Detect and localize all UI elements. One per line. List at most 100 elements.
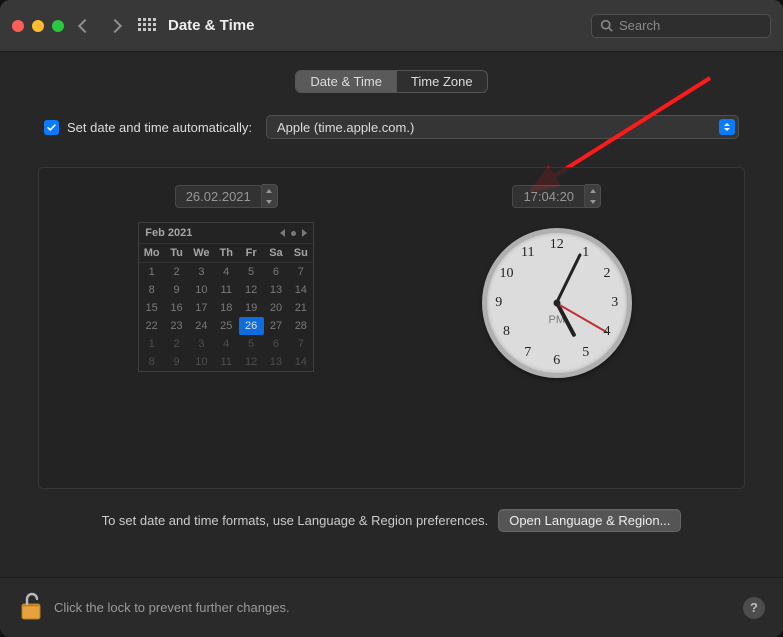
calendar-weekday: We bbox=[189, 243, 214, 263]
date-stepper[interactable]: 26.02.2021 bbox=[175, 184, 278, 208]
calendar-day[interactable]: 9 bbox=[164, 281, 189, 299]
zoom-window-button[interactable] bbox=[52, 20, 64, 32]
checkmark-icon bbox=[46, 122, 57, 133]
preferences-window: Date & Time Search Date & Time Time Zone… bbox=[0, 0, 783, 637]
time-stepper-buttons[interactable] bbox=[585, 184, 601, 208]
clock-numeral: 7 bbox=[524, 345, 531, 361]
dropdown-arrow-icon bbox=[719, 119, 735, 135]
clock-numeral: 9 bbox=[495, 295, 502, 311]
calendar-day[interactable]: 12 bbox=[239, 281, 264, 299]
clock-numeral: 5 bbox=[582, 345, 589, 361]
calendar-day[interactable]: 10 bbox=[189, 281, 214, 299]
nav-buttons bbox=[80, 21, 120, 31]
date-field[interactable]: 26.02.2021 bbox=[175, 185, 262, 208]
auto-datetime-checkbox[interactable] bbox=[44, 120, 59, 135]
calendar-header: Feb 2021 bbox=[139, 223, 313, 243]
calendar-weekday: Tu bbox=[164, 243, 189, 263]
calendar-month-label: Feb 2021 bbox=[145, 227, 192, 239]
calendar-day[interactable]: 4 bbox=[214, 335, 239, 353]
calendar-day[interactable]: 1 bbox=[139, 263, 164, 281]
calendar-day[interactable]: 8 bbox=[139, 353, 164, 371]
clock-numeral: 11 bbox=[521, 245, 534, 261]
calendar-day[interactable]: 7 bbox=[288, 335, 313, 353]
search-field[interactable]: Search bbox=[591, 14, 771, 38]
format-hint-text: To set date and time formats, use Langua… bbox=[102, 513, 489, 528]
tab-time-zone[interactable]: Time Zone bbox=[396, 71, 487, 92]
format-hint-row: To set date and time formats, use Langua… bbox=[38, 509, 745, 532]
calendar-day[interactable]: 4 bbox=[214, 263, 239, 281]
calendar-day[interactable]: 19 bbox=[239, 299, 264, 317]
calendar-day[interactable]: 15 bbox=[139, 299, 164, 317]
calendar-day[interactable]: 12 bbox=[239, 353, 264, 371]
date-stepper-buttons[interactable] bbox=[262, 184, 278, 208]
lock-hint-text: Click the lock to prevent further change… bbox=[54, 600, 290, 615]
calendar-day[interactable]: 1 bbox=[139, 335, 164, 353]
clock-center-pin bbox=[553, 300, 560, 307]
lock-button[interactable] bbox=[18, 591, 42, 624]
calendar-day[interactable]: 16 bbox=[164, 299, 189, 317]
help-button[interactable]: ? bbox=[743, 597, 765, 619]
window-controls bbox=[12, 20, 64, 32]
calendar-today-icon[interactable] bbox=[291, 231, 296, 236]
calendar-day[interactable]: 3 bbox=[189, 263, 214, 281]
clock-numeral: 12 bbox=[550, 237, 564, 253]
clock-numeral: 1 bbox=[582, 245, 589, 261]
calendar-weekday: Th bbox=[214, 243, 239, 263]
calendar-weekday: Fr bbox=[239, 243, 264, 263]
time-field[interactable]: 17:04:20 bbox=[512, 185, 585, 208]
calendar-day[interactable]: 14 bbox=[288, 281, 313, 299]
calendar-prev-month-icon[interactable] bbox=[280, 229, 285, 237]
calendar-day[interactable]: 20 bbox=[264, 299, 289, 317]
calendar-day[interactable]: 5 bbox=[239, 263, 264, 281]
unlocked-lock-icon bbox=[18, 591, 42, 621]
calendar-day[interactable]: 8 bbox=[139, 281, 164, 299]
auto-datetime-label: Set date and time automatically: bbox=[67, 120, 252, 135]
calendar-day[interactable]: 7 bbox=[288, 263, 313, 281]
calendar[interactable]: Feb 2021 MoTuWeThFrSaSu12345678910111213… bbox=[138, 222, 314, 372]
time-column: 17:04:20 PM 121234567891011 bbox=[392, 184, 723, 472]
calendar-day[interactable]: 25 bbox=[214, 317, 239, 335]
calendar-day[interactable]: 28 bbox=[288, 317, 313, 335]
calendar-weekday: Sa bbox=[264, 243, 289, 263]
calendar-next-month-icon[interactable] bbox=[302, 229, 307, 237]
calendar-day[interactable]: 2 bbox=[164, 335, 189, 353]
calendar-day[interactable]: 23 bbox=[164, 317, 189, 335]
forward-button[interactable] bbox=[108, 18, 122, 32]
minimize-window-button[interactable] bbox=[32, 20, 44, 32]
calendar-day[interactable]: 6 bbox=[264, 335, 289, 353]
calendar-weekday: Su bbox=[288, 243, 313, 263]
calendar-day[interactable]: 21 bbox=[288, 299, 313, 317]
calendar-day[interactable]: 14 bbox=[288, 353, 313, 371]
show-all-icon[interactable] bbox=[138, 18, 154, 34]
window-title: Date & Time bbox=[168, 17, 254, 34]
datetime-panel: 26.02.2021 Feb 2021 MoTuWeThFrSaSu123456… bbox=[38, 167, 745, 489]
calendar-day[interactable]: 11 bbox=[214, 353, 239, 371]
calendar-day[interactable]: 17 bbox=[189, 299, 214, 317]
calendar-day[interactable]: 22 bbox=[139, 317, 164, 335]
calendar-day[interactable]: 24 bbox=[189, 317, 214, 335]
calendar-month-nav bbox=[280, 229, 307, 237]
clock-numeral: 3 bbox=[611, 295, 618, 311]
clock-numeral: 10 bbox=[500, 266, 514, 282]
bottom-bar: Click the lock to prevent further change… bbox=[0, 577, 783, 637]
calendar-day[interactable]: 9 bbox=[164, 353, 189, 371]
calendar-day[interactable]: 5 bbox=[239, 335, 264, 353]
calendar-day[interactable]: 18 bbox=[214, 299, 239, 317]
calendar-day[interactable]: 13 bbox=[264, 281, 289, 299]
open-language-region-button[interactable]: Open Language & Region... bbox=[498, 509, 681, 532]
time-server-combo[interactable]: Apple (time.apple.com.) bbox=[266, 115, 739, 139]
calendar-day[interactable]: 10 bbox=[189, 353, 214, 371]
time-stepper[interactable]: 17:04:20 bbox=[512, 184, 601, 208]
calendar-day[interactable]: 27 bbox=[264, 317, 289, 335]
calendar-day[interactable]: 11 bbox=[214, 281, 239, 299]
tab-date-time[interactable]: Date & Time bbox=[296, 71, 396, 92]
close-window-button[interactable] bbox=[12, 20, 24, 32]
calendar-grid: MoTuWeThFrSaSu12345678910111213141516171… bbox=[139, 243, 313, 371]
calendar-weekday: Mo bbox=[139, 243, 164, 263]
calendar-day[interactable]: 2 bbox=[164, 263, 189, 281]
back-button[interactable] bbox=[78, 18, 92, 32]
calendar-day[interactable]: 6 bbox=[264, 263, 289, 281]
calendar-day[interactable]: 3 bbox=[189, 335, 214, 353]
calendar-day[interactable]: 26 bbox=[239, 317, 264, 335]
calendar-day[interactable]: 13 bbox=[264, 353, 289, 371]
